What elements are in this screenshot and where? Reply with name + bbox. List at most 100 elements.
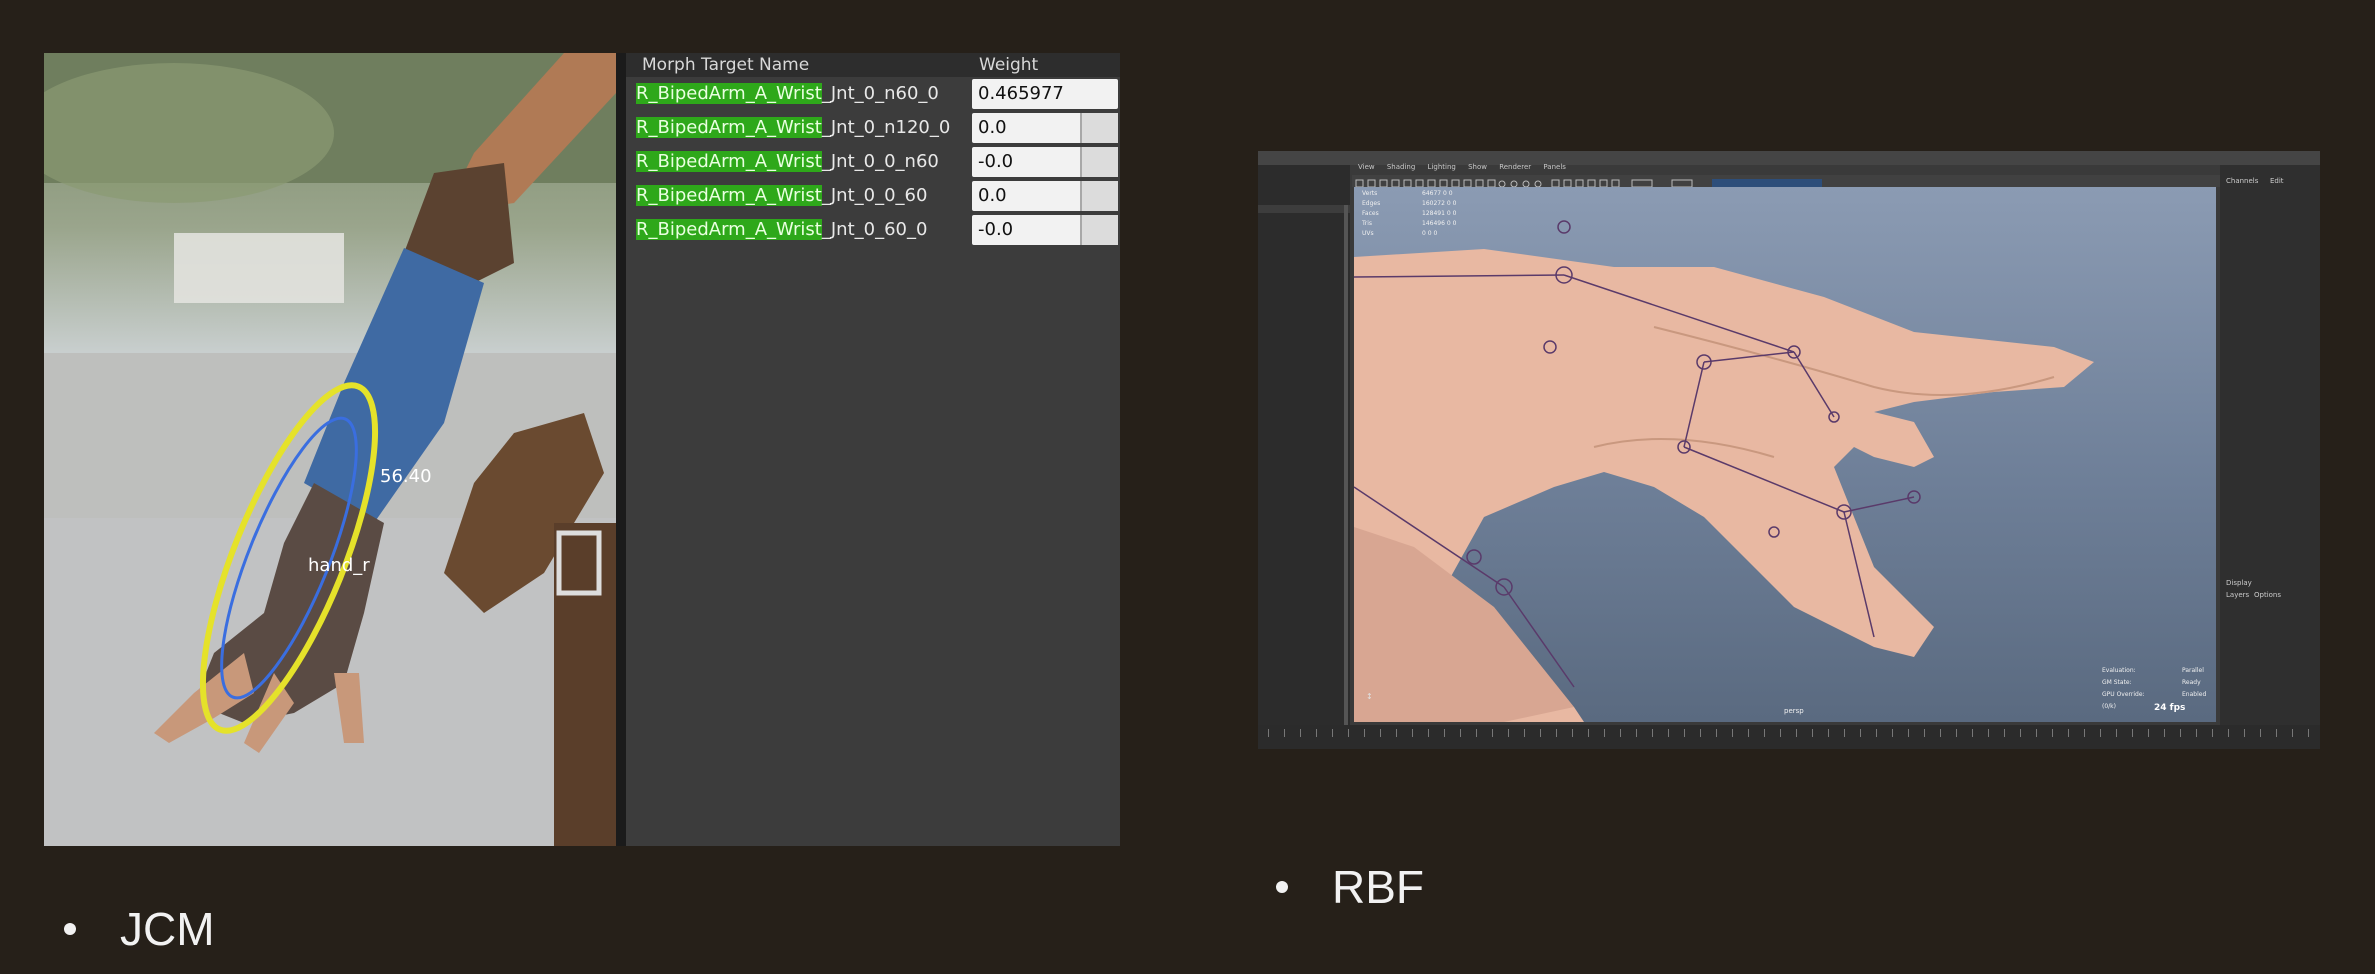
bullet-dot-icon [64, 922, 76, 935]
weight-slider-handle[interactable] [1080, 113, 1118, 143]
weight-input[interactable]: 0.465977 [972, 79, 1118, 109]
weight-value: -0.0 [978, 219, 1014, 240]
status-value: Parallel [2182, 667, 2204, 674]
tab-channels[interactable]: Channels [2226, 177, 2258, 185]
gizmo-angle-readout: 56.40 [380, 466, 432, 487]
status-row: GM State: Ready [2102, 677, 2216, 689]
status-value: Ready [2182, 679, 2201, 686]
fps-readout: 24 fps [2154, 703, 2186, 713]
column-header-name[interactable]: Morph Target Name [642, 55, 809, 75]
panel-divider[interactable] [616, 53, 626, 846]
morph-name-suffix: _Jnt_0_0_60 [821, 185, 928, 206]
morph-row[interactable]: R_BipedArm_A_Wrist_Jnt_0_n60_0 0.465977 [626, 79, 1120, 111]
hud-row: UVs 0 0 0 [1362, 229, 1456, 239]
time-slider[interactable] [1258, 725, 2320, 749]
menu-shading[interactable]: Shading [1387, 163, 1415, 171]
hud-value: 160272 [1422, 200, 1445, 207]
bullet-text: JCM [120, 903, 215, 955]
hud-value: 0 [1427, 230, 1432, 237]
hud-value: 128491 [1422, 210, 1445, 217]
axis-gizmo-icon: ↕ [1366, 692, 1373, 701]
menu-options[interactable]: Options [2254, 591, 2281, 599]
weight-input[interactable]: 0.0 [972, 181, 1118, 211]
hud-label: UVs [1362, 230, 1374, 237]
column-header-weight[interactable]: Weight [979, 55, 1038, 75]
morph-name-suffix: _Jnt_0_60_0 [821, 219, 928, 240]
hud-value: 0 [1446, 220, 1451, 227]
hud-row: Tris 146496 0 0 [1362, 219, 1456, 229]
morph-target-name: R_BipedArm_A_Wrist_Jnt_0_n120_0 [636, 117, 950, 138]
morph-target-name: R_BipedArm_A_Wrist_Jnt_0_0_60 [636, 185, 927, 206]
camera-name: persp [1784, 707, 1804, 715]
channel-box-panel[interactable]: Channels Edit Display Layers Options [2220, 165, 2320, 725]
morph-name-highlight: R_BipedArm_A_Wrist [636, 83, 822, 104]
tab-edit[interactable]: Edit [2270, 177, 2284, 185]
status-key: GM State: [2102, 679, 2132, 686]
hud-value: 0 [1448, 190, 1453, 197]
weight-input[interactable]: -0.0 [972, 147, 1118, 177]
status-key: Evaluation: [2102, 667, 2136, 674]
morph-name-highlight: R_BipedArm_A_Wrist [636, 151, 822, 172]
hud-value: 0 [1446, 210, 1451, 217]
hud-label: Faces [1362, 210, 1379, 217]
morph-target-panel: Morph Target Name Weight R_BipedArm_A_Wr… [626, 53, 1120, 846]
maya-window: View Shading Lighting Show Renderer Pane… [1258, 151, 2320, 749]
tab-display[interactable]: Display [2226, 579, 2252, 587]
morph-row[interactable]: R_BipedArm_A_Wrist_Jnt_0_0_60 0.0 [626, 181, 1120, 213]
menu-show[interactable]: Show [1468, 163, 1487, 171]
unreal-viewport[interactable]: 56.40 hand_r [44, 53, 616, 846]
outliner-panel[interactable] [1258, 165, 1350, 725]
menu-view[interactable]: View [1358, 163, 1375, 171]
morph-target-name: R_BipedArm_A_Wrist_Jnt_0_60_0 [636, 219, 927, 240]
bullet-dot-icon [1276, 880, 1288, 893]
bone-label: hand_r [308, 555, 370, 576]
hud-value: 0 [1452, 220, 1457, 227]
hud-label: Verts [1362, 190, 1378, 197]
status-key: GPU Override: [2102, 691, 2145, 698]
morph-name-suffix: _Jnt_0_n120_0 [821, 117, 951, 138]
morph-name-highlight: R_BipedArm_A_Wrist [636, 117, 822, 138]
weight-value: 0.465977 [978, 83, 1064, 104]
maya-3d-viewport[interactable]: Verts 64677 0 0 Edges 160272 0 0 Faces 1284… [1354, 187, 2216, 722]
weight-value: 0.0 [978, 185, 1007, 206]
hud-row: Edges 160272 0 0 [1362, 199, 1456, 209]
hud-label: Tris [1362, 220, 1373, 227]
outliner-scrollbar[interactable] [1344, 205, 1348, 725]
weight-value: -0.0 [978, 151, 1014, 172]
hud-value: 0 [1452, 210, 1457, 217]
hud-value: 0 [1433, 230, 1438, 237]
weight-slider-handle[interactable] [1080, 147, 1118, 177]
hud-value: 0 [1446, 200, 1451, 207]
menu-layers[interactable]: Layers [2226, 591, 2249, 599]
heads-up-display: Verts 64677 0 0 Edges 160272 0 0 Faces 1284… [1362, 189, 1456, 239]
hud-row: Faces 128491 0 0 [1362, 209, 1456, 219]
morph-row[interactable]: R_BipedArm_A_Wrist_Jnt_0_n120_0 0.0 [626, 113, 1120, 145]
menu-panels[interactable]: Panels [1543, 163, 1566, 171]
hud-label: Edges [1362, 200, 1381, 207]
weight-input[interactable]: 0.0 [972, 113, 1118, 143]
bullet-text: RBF [1332, 861, 1424, 913]
character-arm-render [44, 53, 616, 846]
morph-target-name: R_BipedArm_A_Wrist_Jnt_0_0_n60 [636, 151, 939, 172]
bullet-rbf: RBF [1276, 860, 1424, 914]
viewport-toolbar[interactable] [1352, 175, 2222, 188]
menu-renderer[interactable]: Renderer [1499, 163, 1531, 171]
menu-lighting[interactable]: Lighting [1428, 163, 1456, 171]
hand-mesh-with-joints [1354, 220, 2094, 722]
hud-row: Verts 64677 0 0 [1362, 189, 1456, 199]
hud-value: 0 [1452, 200, 1457, 207]
morph-row[interactable]: R_BipedArm_A_Wrist_Jnt_0_0_n60 -0.0 [626, 147, 1120, 179]
viewport-menu-bar: View Shading Lighting Show Renderer Pane… [1358, 163, 1576, 175]
morph-name-suffix: _Jnt_0_n60_0 [821, 83, 939, 104]
weight-input[interactable]: -0.0 [972, 215, 1118, 245]
hud-value: 0 [1443, 190, 1447, 197]
weight-value: 0.0 [978, 117, 1007, 138]
morph-target-name: R_BipedArm_A_Wrist_Jnt_0_n60_0 [636, 83, 939, 104]
morph-row[interactable]: R_BipedArm_A_Wrist_Jnt_0_60_0 -0.0 [626, 215, 1120, 247]
morph-name-highlight: R_BipedArm_A_Wrist [636, 185, 822, 206]
morph-name-suffix: _Jnt_0_0_n60 [821, 151, 939, 172]
weight-slider-handle[interactable] [1080, 215, 1118, 245]
hud-value: 146496 [1422, 220, 1445, 227]
bullet-jcm: JCM [64, 902, 215, 956]
weight-slider-handle[interactable] [1080, 181, 1118, 211]
